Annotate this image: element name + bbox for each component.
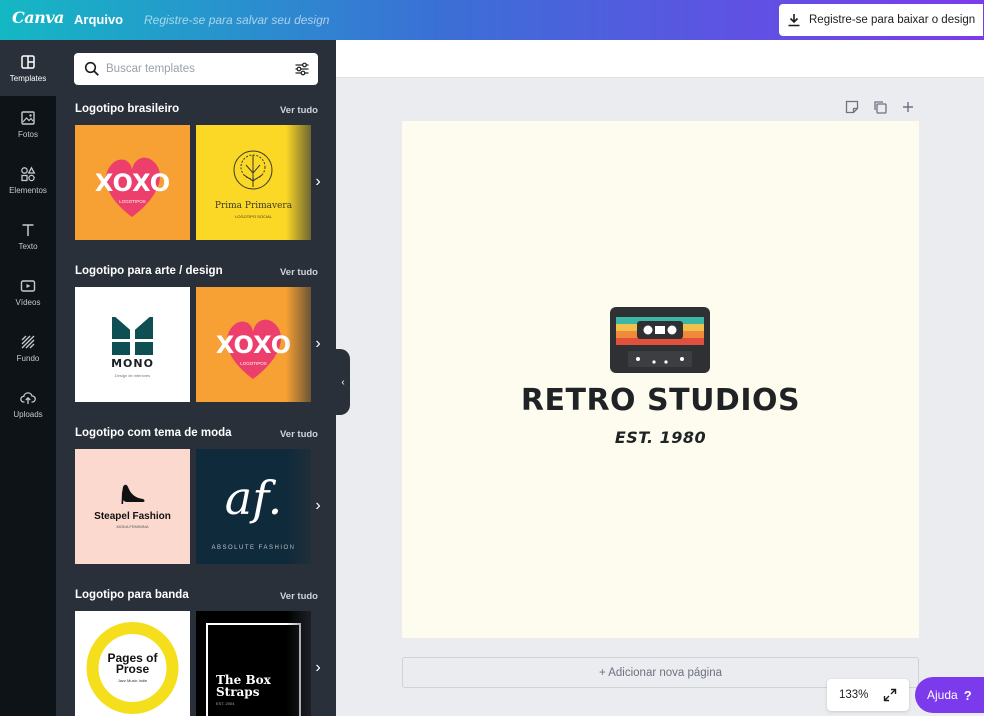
- thumb-subtext: ABSOLUTE FASHION: [211, 545, 296, 551]
- sidebar-item-background[interactable]: Fundo: [0, 320, 56, 376]
- template-search: [74, 53, 318, 85]
- canva-logo[interactable]: Canva: [12, 8, 64, 27]
- sidebar-rail: Templates Fotos Elementos Texto Vídeos F…: [0, 40, 56, 716]
- fullscreen-icon[interactable]: [883, 688, 897, 702]
- thumb-subtext: LOGOTIPOS: [240, 361, 267, 366]
- chevron-right-icon[interactable]: ›: [310, 173, 326, 191]
- thumb-text: Pages of Prose: [107, 651, 158, 676]
- template-thumbnail[interactable]: Steapel Fashion MODA FEMININA: [75, 449, 190, 564]
- template-thumbnail[interactable]: XOXO LOGOTIPOS: [196, 287, 311, 402]
- section-title: Logotipo brasileiro: [75, 103, 180, 115]
- sidebar-item-text[interactable]: Texto: [0, 208, 56, 264]
- thumb-subtext: LOGOTIPOS: [119, 199, 146, 204]
- sidebar-item-photos[interactable]: Fotos: [0, 96, 56, 152]
- template-thumbnail[interactable]: MONO Design de interiores: [75, 287, 190, 402]
- templates-icon: [21, 54, 35, 69]
- sidebar-item-label: Templates: [9, 73, 47, 83]
- see-all-link[interactable]: Ver tudo: [280, 105, 318, 116]
- template-thumbnail[interactable]: XOXO LOGOTIPOS: [75, 125, 190, 240]
- see-all-link[interactable]: Ver tudo: [280, 267, 318, 278]
- template-thumbnail[interactable]: Pages of Prose Jazz Music Indie: [75, 611, 190, 716]
- photo-icon: [21, 110, 35, 125]
- thumb-text: The Box Straps: [216, 673, 271, 699]
- thumb-subtext: Design de interiores: [114, 373, 151, 378]
- filter-icon[interactable]: [294, 61, 310, 77]
- signup-download-label: Registre-se para baixar o design: [809, 14, 976, 26]
- sidebar-item-templates[interactable]: Templates: [0, 40, 56, 96]
- collapse-panel-button[interactable]: ‹: [336, 349, 350, 415]
- cassette-tape-logo: [610, 307, 710, 373]
- thumb-subtext: LOGOTIPO SOCIAL: [235, 214, 272, 219]
- help-label: Ajuda: [927, 688, 958, 702]
- top-bar: Canva Arquivo Registre-se para baixar o …: [0, 0, 984, 40]
- thumb-text: XOXO: [215, 331, 292, 359]
- thumb-text: MONO: [111, 357, 154, 370]
- template-thumbnail[interactable]: af. ABSOLUTE FASHION: [196, 449, 311, 564]
- duplicate-page-icon[interactable]: [872, 99, 888, 115]
- thumb-text: XOXO: [94, 169, 171, 197]
- search-input[interactable]: [106, 60, 286, 78]
- thumb-subtext: MODA FEMININA: [116, 524, 149, 529]
- brand-title[interactable]: RETRO STUDIOS: [402, 383, 919, 418]
- template-thumbnail[interactable]: Prima Primavera LOGOTIPO SOCIAL: [196, 125, 311, 240]
- download-icon: [788, 14, 800, 27]
- search-icon: [84, 61, 99, 76]
- templates-panel: Logotipo brasileiro Ver tudo XOXO LOGOTI…: [56, 40, 336, 716]
- section-title: Logotipo para arte / design: [75, 265, 223, 277]
- template-thumbnail[interactable]: The Box Straps EST. 2004: [196, 611, 311, 716]
- thumb-text: Prima Primavera: [214, 201, 293, 211]
- chevron-right-icon[interactable]: ›: [310, 659, 326, 677]
- design-title-input[interactable]: [136, 9, 396, 31]
- tree-illustration: [233, 150, 273, 190]
- mono-logo-mark: [112, 314, 153, 355]
- sidebar-item-uploads[interactable]: Uploads: [0, 376, 56, 432]
- text-icon: [22, 223, 34, 236]
- see-all-link[interactable]: Ver tudo: [280, 429, 318, 440]
- upload-icon: [20, 391, 36, 404]
- thumb-text: Steapel Fashion: [94, 511, 171, 522]
- note-icon[interactable]: [844, 99, 860, 115]
- section-title: Logotipo para banda: [75, 589, 189, 601]
- sidebar-item-label: Texto: [18, 241, 38, 251]
- shapes-icon: [21, 165, 36, 181]
- question-icon: ?: [963, 687, 972, 703]
- background-icon: [21, 335, 35, 348]
- thumb-text: af.: [224, 471, 283, 525]
- sidebar-item-label: Fotos: [17, 129, 38, 139]
- sidebar-item-label: Uploads: [13, 409, 43, 419]
- signup-download-button[interactable]: Registre-se para baixar o design: [779, 4, 983, 36]
- design-canvas[interactable]: RETRO STUDIOS EST. 1980: [402, 121, 919, 638]
- brand-subtitle[interactable]: EST. 1980: [402, 428, 919, 447]
- video-icon: [20, 279, 36, 292]
- thumb-subtext: Jazz Music Indie: [117, 678, 148, 683]
- see-all-link[interactable]: Ver tudo: [280, 591, 318, 602]
- high-heel-icon: [121, 484, 145, 504]
- help-button[interactable]: Ajuda ?: [915, 677, 984, 713]
- zoom-control[interactable]: 133%: [827, 679, 909, 711]
- chevron-right-icon[interactable]: ›: [310, 335, 326, 353]
- thumb-subtext: EST. 2004: [216, 701, 235, 706]
- editor-toolbar: [336, 40, 984, 78]
- sidebar-item-elements[interactable]: Elementos: [0, 152, 56, 208]
- section-title: Logotipo com tema de moda: [75, 427, 232, 439]
- zoom-level: 133%: [839, 689, 869, 701]
- sidebar-item-label: Elementos: [9, 185, 47, 195]
- chevron-right-icon[interactable]: ›: [310, 497, 326, 515]
- sidebar-item-label: Fundo: [16, 353, 40, 363]
- sidebar-item-videos[interactable]: Vídeos: [0, 264, 56, 320]
- add-page-icon[interactable]: [900, 99, 916, 115]
- file-menu[interactable]: Arquivo: [74, 12, 123, 27]
- sidebar-item-label: Vídeos: [15, 297, 41, 307]
